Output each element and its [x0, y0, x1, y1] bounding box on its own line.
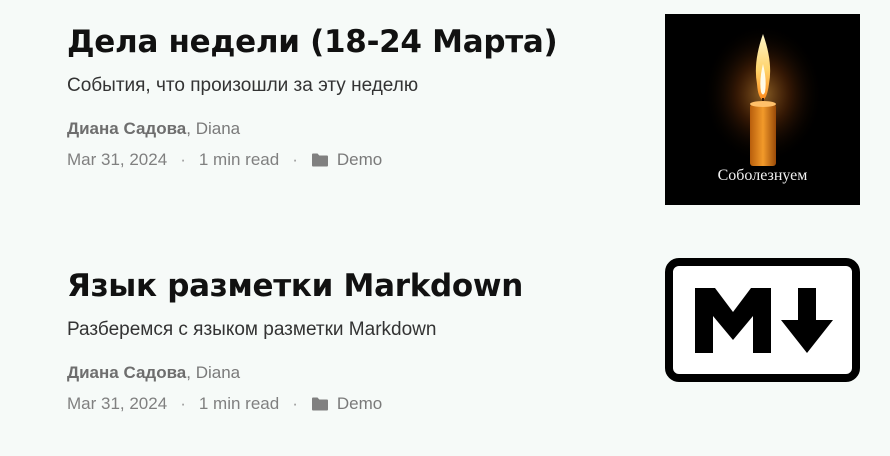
post-card: Язык разметки Markdown Разберемся с язык… — [67, 266, 657, 415]
folder-icon — [311, 397, 328, 411]
post-summary: События, что произошли за эту неделю — [67, 75, 419, 96]
post-thumbnail[interactable]: Соболезнуем — [665, 14, 860, 205]
author-link[interactable]: Диана Садова — [67, 119, 186, 138]
markdown-logo-icon — [665, 258, 860, 382]
post-meta: Mar 31, 2024 · 1 min read · Demo — [67, 149, 657, 171]
post-authors: Диана Садова, Diana — [67, 362, 657, 384]
post-thumbnail[interactable] — [665, 258, 860, 382]
post-authors: Диана Садова, Diana — [67, 118, 657, 140]
post-summary: Разберемся с языком разметки Markdown — [67, 319, 437, 340]
thumbnail-caption: Соболезнуем — [717, 167, 808, 184]
meta-separator: · — [180, 394, 186, 413]
post-card: Дела недели (18-24 Марта) События, что п… — [67, 22, 657, 171]
post-date: Mar 31, 2024 — [67, 394, 168, 413]
post-date: Mar 31, 2024 — [67, 150, 168, 169]
meta-separator: · — [292, 394, 298, 413]
reading-time: 1 min read — [198, 150, 280, 169]
meta-separator: · — [292, 150, 298, 169]
post-title-link[interactable]: Язык разметки Markdown — [67, 266, 657, 306]
post-title-link[interactable]: Дела недели (18-24 Марта) — [67, 22, 657, 62]
author-secondary: , Diana — [186, 119, 241, 138]
category-link[interactable]: Demo — [337, 393, 382, 415]
author-link[interactable]: Диана Садова — [67, 363, 186, 382]
post-meta: Mar 31, 2024 · 1 min read · Demo — [67, 393, 657, 415]
meta-separator: · — [180, 150, 186, 169]
author-secondary: , Diana — [186, 363, 241, 382]
folder-icon — [311, 153, 328, 167]
reading-time: 1 min read — [198, 394, 280, 413]
category-link[interactable]: Demo — [337, 149, 382, 171]
